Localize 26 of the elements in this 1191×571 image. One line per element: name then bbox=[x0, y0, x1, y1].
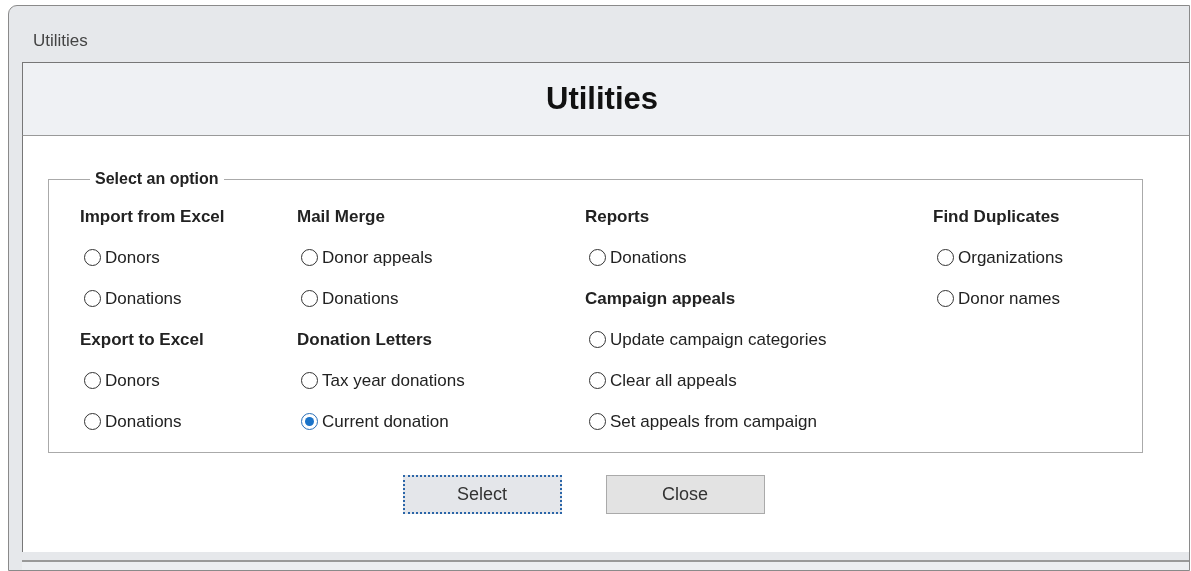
section-heading: Campaign appeals bbox=[585, 288, 737, 310]
radio-option[interactable]: Update campaign categories bbox=[585, 319, 827, 360]
form-title: Utilities bbox=[546, 81, 658, 117]
radio-option[interactable]: Tax year donations bbox=[297, 360, 465, 401]
radio-option[interactable]: Donations bbox=[585, 237, 687, 278]
dialog-button[interactable]: Close bbox=[605, 475, 765, 514]
radio-option[interactable]: Organizations bbox=[933, 237, 1063, 278]
radio-option[interactable]: Donations bbox=[80, 278, 182, 319]
section-heading: Import from Excel bbox=[80, 206, 226, 228]
section-heading: Find Duplicates bbox=[933, 206, 1061, 228]
radio-option[interactable]: Clear all appeals bbox=[585, 360, 737, 401]
radio-option[interactable]: Donations bbox=[80, 401, 182, 442]
radio-option[interactable]: Donations bbox=[297, 278, 399, 319]
radio-option[interactable]: Donors bbox=[80, 237, 160, 278]
window-title: Utilities bbox=[33, 31, 88, 51]
group-legend: Select an option bbox=[90, 170, 224, 188]
section-heading: Donation Letters bbox=[297, 329, 434, 351]
section-heading: Export to Excel bbox=[80, 329, 205, 351]
radio-option[interactable]: Donors bbox=[80, 360, 160, 401]
dialog-button[interactable]: Select bbox=[402, 475, 562, 514]
radio-option[interactable]: Set appeals from campaign bbox=[585, 401, 817, 442]
radio-option[interactable]: Donor names bbox=[933, 278, 1061, 319]
section-heading: Mail Merge bbox=[297, 206, 386, 228]
radio-option[interactable]: Donor appeals bbox=[297, 237, 433, 278]
section-heading: Reports bbox=[585, 206, 651, 228]
radio-option[interactable]: Current donation bbox=[297, 401, 449, 442]
